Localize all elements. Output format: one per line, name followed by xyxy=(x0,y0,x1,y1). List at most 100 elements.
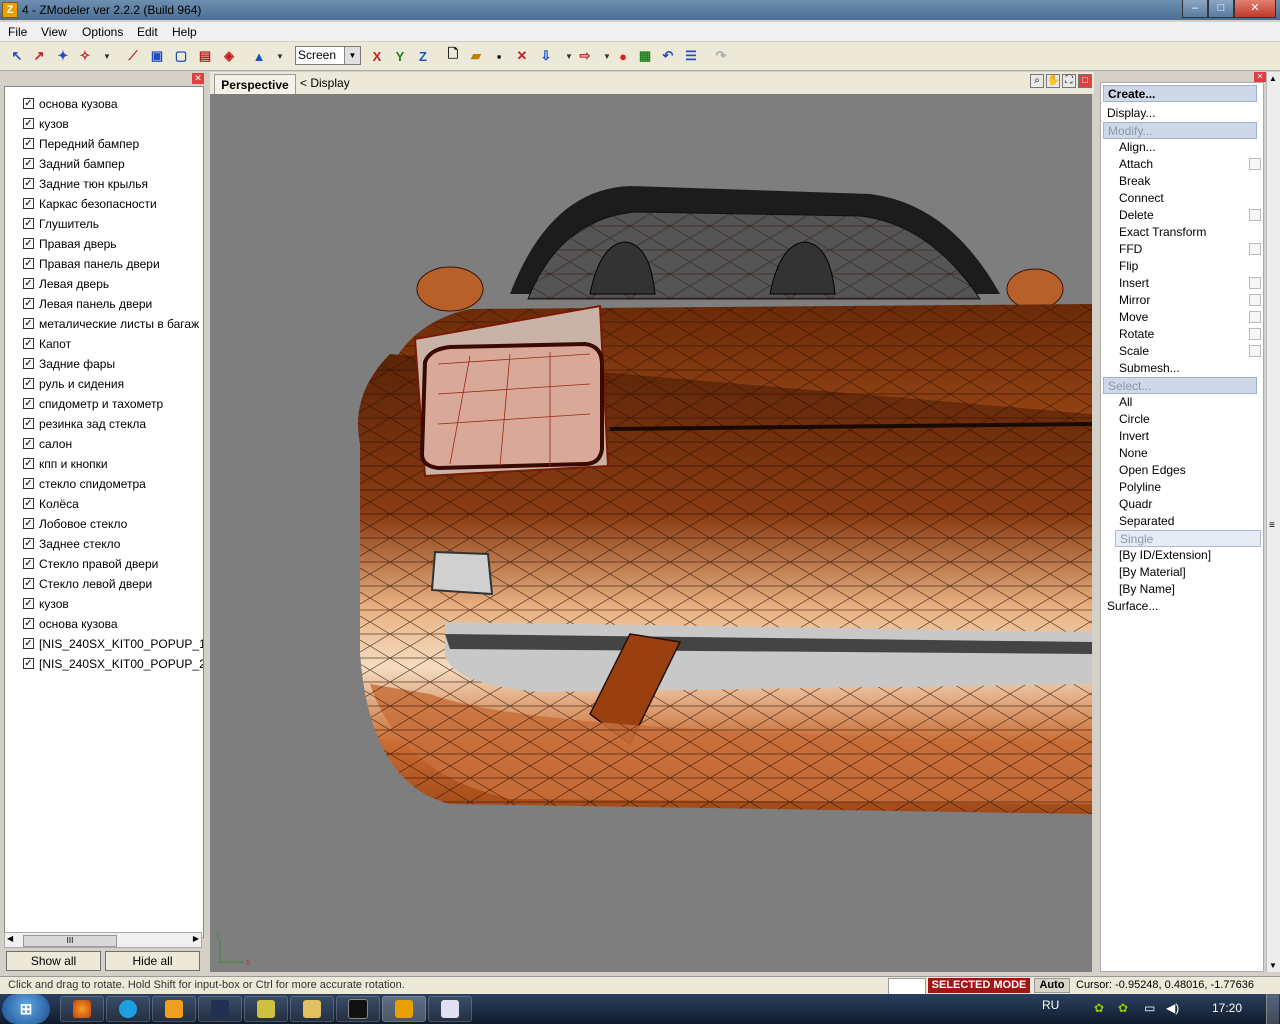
object-list-item[interactable]: ✓ салон xyxy=(23,435,203,453)
axis-y-toggle[interactable]: Y xyxy=(391,47,409,65)
utility-taskbar-icon[interactable] xyxy=(244,996,288,1022)
object-list-item[interactable]: ✓ Лобовое стекло xyxy=(23,515,203,533)
network-icon[interactable]: ▭ xyxy=(1144,1001,1155,1015)
visibility-checkbox[interactable]: ✓ xyxy=(23,558,34,569)
face-mode-icon[interactable]: ▤ xyxy=(196,47,214,65)
object-list[interactable]: ✓ основа кузова ✓ кузов ✓ Передний бампер ✓ Зад… xyxy=(4,86,204,938)
visibility-checkbox[interactable]: ✓ xyxy=(23,518,34,529)
dropdown-arrow-icon[interactable]: ▼ xyxy=(98,47,116,65)
modify-command-item[interactable]: Mirror xyxy=(1119,292,1150,309)
selected-mode-indicator[interactable]: SELECTED MODE xyxy=(928,978,1030,993)
axis-x-toggle[interactable]: X xyxy=(368,47,386,65)
object-list-item[interactable]: ✓ основа кузова xyxy=(23,95,203,113)
menu-view[interactable]: View xyxy=(41,25,67,39)
vertical-scrollbar[interactable]: ▲ ≡ ▼ xyxy=(1266,72,1280,972)
select-command-item[interactable]: None xyxy=(1119,445,1148,462)
object-list-item[interactable]: ✓ Капот xyxy=(23,335,203,353)
object-list-item[interactable]: ✓ кпп и кнопки xyxy=(23,455,203,473)
object-mode-icon[interactable]: ◈ xyxy=(220,47,238,65)
vertex-mode-icon[interactable]: ⟋ xyxy=(124,47,142,65)
volume-icon[interactable]: ◀) xyxy=(1166,1001,1179,1015)
menu-edit[interactable]: Edit xyxy=(137,25,158,39)
modify-command-item[interactable]: Move xyxy=(1119,309,1148,326)
tab-perspective[interactable]: Perspective xyxy=(214,74,296,94)
delete-icon[interactable]: ✕ xyxy=(513,47,531,65)
visibility-checkbox[interactable]: ✓ xyxy=(23,158,34,169)
coord-system-select[interactable]: Screen ▼ xyxy=(295,46,361,65)
redo-icon[interactable]: ↷ xyxy=(712,47,730,65)
object-list-item[interactable]: ✓ [NIS_240SX_KIT00_POPUP_1_LC xyxy=(23,635,203,653)
notes-icon[interactable]: ☰ xyxy=(682,47,700,65)
visibility-checkbox[interactable]: ✓ xyxy=(23,578,34,589)
visibility-checkbox[interactable]: ✓ xyxy=(23,218,34,229)
select-command-item[interactable]: All xyxy=(1119,394,1132,411)
menu-options[interactable]: Options xyxy=(82,25,123,39)
object-list-item[interactable]: ✓ Каркас безопасности xyxy=(23,195,203,213)
minimize-button[interactable]: – xyxy=(1182,0,1208,18)
select-command-item[interactable]: Invert xyxy=(1119,428,1149,445)
select-command-item[interactable]: [By Material] xyxy=(1119,564,1186,581)
import-icon[interactable]: ⇩ xyxy=(537,47,555,65)
new-file-icon[interactable]: 🗋 xyxy=(444,46,462,65)
visibility-checkbox[interactable]: ✓ xyxy=(23,638,34,649)
menu-file[interactable]: File xyxy=(8,25,27,39)
chevron-down-icon[interactable]: ▼ xyxy=(344,47,360,64)
visibility-checkbox[interactable]: ✓ xyxy=(23,278,34,289)
visibility-checkbox[interactable]: ✓ xyxy=(23,618,34,629)
object-list-item[interactable]: ✓ Правая панель двери xyxy=(23,255,203,273)
hide-all-button[interactable]: Hide all xyxy=(105,951,200,971)
undo-icon[interactable]: ↶ xyxy=(659,47,677,65)
object-list-item[interactable]: ✓ Передний бампер xyxy=(23,135,203,153)
visibility-checkbox[interactable]: ✓ xyxy=(23,458,34,469)
clock[interactable]: 17:20 xyxy=(1212,1001,1242,1015)
select-command-item[interactable]: Open Edges xyxy=(1119,462,1186,479)
tray-app-icon[interactable]: ✿ xyxy=(1094,1001,1104,1015)
object-list-item[interactable]: ✓ Правая дверь xyxy=(23,235,203,253)
visibility-checkbox[interactable]: ✓ xyxy=(23,178,34,189)
media-player-taskbar-icon[interactable] xyxy=(152,996,196,1022)
language-indicator[interactable]: RU xyxy=(1042,998,1059,1012)
select-command-item[interactable]: Single xyxy=(1115,530,1261,547)
modify-command-item[interactable]: Exact Transform xyxy=(1119,224,1206,241)
object-list-item[interactable]: ✓ Заднее стекло xyxy=(23,535,203,553)
modify-command-item[interactable]: Rotate xyxy=(1119,326,1154,343)
close-panel-icon[interactable]: ✕ xyxy=(192,73,204,84)
rockstar-taskbar-icon[interactable] xyxy=(336,996,380,1022)
close-command-panel-icon[interactable]: ✕ xyxy=(1254,72,1266,82)
show-all-button[interactable]: Show all xyxy=(6,951,101,971)
walk-icon[interactable]: ✦ xyxy=(54,47,72,65)
tray-app-icon[interactable]: ✿ xyxy=(1118,1001,1128,1015)
firefox-taskbar-icon[interactable] xyxy=(60,996,104,1022)
object-list-item[interactable]: ✓ Левая панель двери xyxy=(23,295,203,313)
visibility-checkbox[interactable]: ✓ xyxy=(23,658,34,669)
run-icon[interactable]: ✧ xyxy=(76,47,94,65)
visibility-checkbox[interactable]: ✓ xyxy=(23,138,34,149)
command-options-box[interactable] xyxy=(1249,158,1261,170)
command-options-box[interactable] xyxy=(1249,209,1261,221)
visibility-checkbox[interactable]: ✓ xyxy=(23,498,34,509)
save-icon[interactable]: ▪ xyxy=(490,47,508,65)
object-list-item[interactable]: ✓ Стекло левой двери xyxy=(23,575,203,593)
modify-command-item[interactable]: Attach xyxy=(1119,156,1153,173)
cube-mode-icon[interactable]: ▣ xyxy=(148,47,166,65)
command-options-box[interactable] xyxy=(1249,277,1261,289)
visibility-checkbox[interactable]: ✓ xyxy=(23,98,34,109)
select-command-item[interactable]: Quadr xyxy=(1119,496,1152,513)
object-list-item[interactable]: ✓ Задние тюн крылья xyxy=(23,175,203,193)
visibility-checkbox[interactable]: ✓ xyxy=(23,418,34,429)
select-command-item[interactable]: [By ID/Extension] xyxy=(1119,547,1211,564)
select-tool-icon[interactable]: ↖ xyxy=(8,47,26,65)
object-list-item[interactable]: ✓ основа кузова xyxy=(23,615,203,633)
select-command-item[interactable]: Separated xyxy=(1119,513,1174,530)
horizontal-scrollbar[interactable]: ◀ III ▶ xyxy=(4,932,202,948)
stars-taskbar-icon[interactable] xyxy=(198,996,242,1022)
3d-viewport[interactable]: y x xyxy=(210,94,1092,972)
scroll-left-icon[interactable]: ◀ xyxy=(7,934,13,943)
create-menu[interactable]: Create... xyxy=(1103,85,1257,102)
scroll-thumb[interactable]: III xyxy=(23,935,117,947)
command-options-box[interactable] xyxy=(1249,345,1261,357)
record-icon[interactable]: ● xyxy=(614,47,632,65)
modify-command-item[interactable]: Submesh... xyxy=(1119,360,1180,377)
zmodeler-taskbar-icon[interactable] xyxy=(382,996,426,1022)
show-desktop-button[interactable] xyxy=(1266,994,1279,1024)
